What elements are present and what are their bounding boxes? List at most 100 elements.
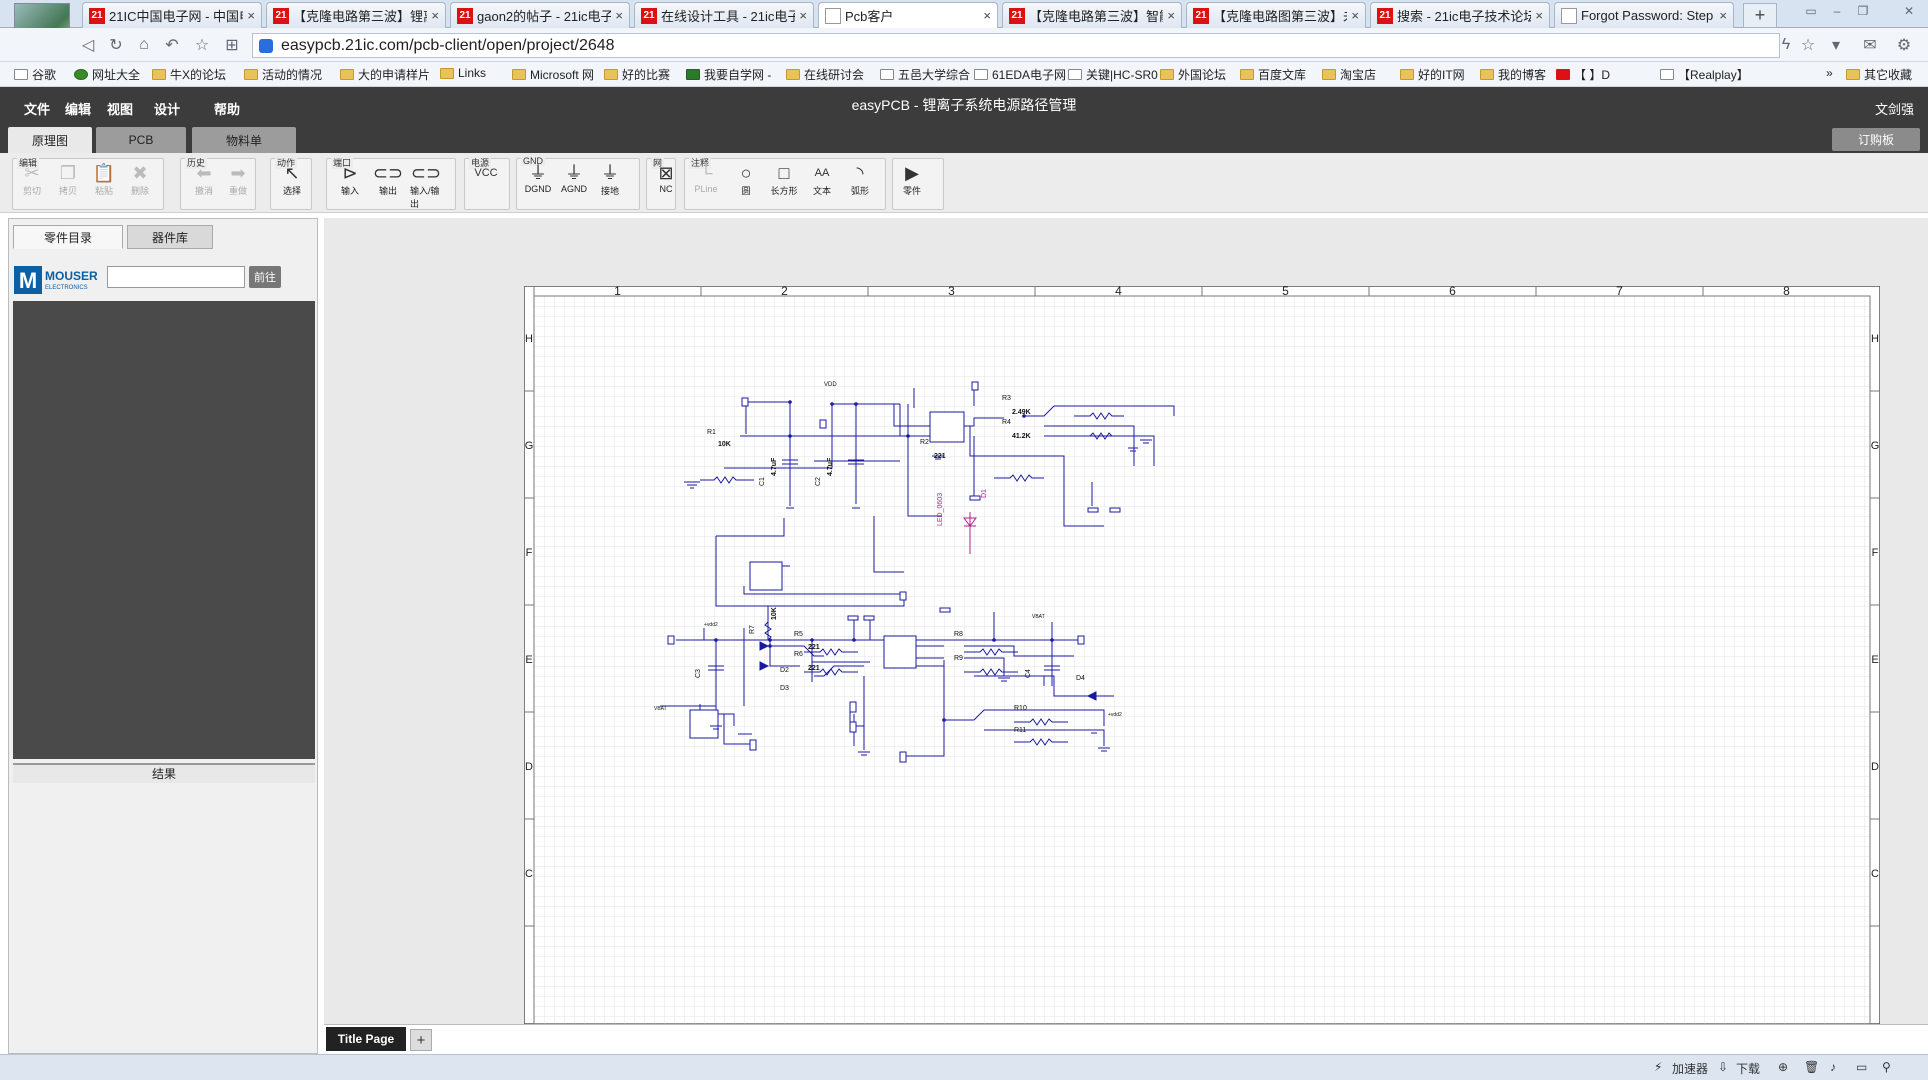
accelerator-icon[interactable]: ⚡ [1654,1060,1662,1074]
bookmark-item[interactable]: 网址大全 [74,66,140,83]
tool-button[interactable]: AA 文本 [806,162,838,202]
display-icon[interactable]: ▭ [1856,1060,1867,1074]
mail-icon[interactable]: ✉ [1860,35,1880,55]
download-icon[interactable]: ⇩ [1718,1060,1728,1074]
tab-schematic[interactable]: 原理图 [8,127,92,153]
browser-tab[interactable]: 21 【克隆电路第三波】智能 × [1002,2,1182,28]
bookmark-item[interactable]: 【 】D [1556,66,1610,83]
dropdown-icon[interactable]: ▾ [1826,35,1846,55]
url-field[interactable]: easypcb.21ic.com/pcb-client/open/project… [252,33,1780,58]
close-tab-icon[interactable]: × [1719,8,1727,23]
tab-pcb[interactable]: PCB [96,127,186,153]
undo-close-icon[interactable]: ↶ [162,35,182,55]
browser-tab[interactable]: 21 【克隆电路第三波】锂离 × [266,2,446,28]
close-tab-icon[interactable]: × [983,8,991,23]
tool-button[interactable]: VCC [470,162,502,202]
close-tab-icon[interactable]: × [1167,8,1175,23]
close-tab-icon[interactable]: × [431,8,439,23]
close-tab-icon[interactable]: × [1351,8,1359,23]
browser-tab[interactable]: Pcb客户 × [818,2,998,28]
home-icon[interactable]: ⌂ [134,35,154,55]
close-tab-icon[interactable]: × [615,8,623,23]
zoom-icon[interactable]: ⚲ [1882,1060,1891,1074]
bookmark-item[interactable]: 活动的情况 [244,66,322,83]
bookmark-item[interactable]: 在线研讨会 [786,66,864,83]
tab-device-library[interactable]: 器件库 [127,225,213,249]
ic-u2[interactable] [749,561,783,591]
tool-button[interactable]: ↖ 选择 [276,162,308,202]
bookmark-item[interactable]: 好的比赛 [604,66,670,83]
ic-u3[interactable] [883,635,917,669]
browser-tab[interactable]: 21 在线设计工具 - 21ic电子 × [634,2,814,28]
new-tab-button[interactable]: + [1743,3,1777,28]
bookmark-item[interactable]: 我的博客 [1480,66,1546,83]
maximize-icon[interactable]: ❐ [1852,2,1874,20]
bookmark-item[interactable]: Microsoft 网 [512,66,594,83]
tool-button[interactable]: ✖ 删除 [124,162,156,202]
bookmark-item[interactable]: 谷歌 [14,66,56,83]
add-page-button[interactable]: + [410,1029,432,1051]
lightning-icon[interactable]: ϟ [1776,35,1796,55]
bookmark-star-icon[interactable]: ☆ [1798,35,1818,55]
clear-icon[interactable]: 🗑 [1804,1060,1819,1074]
tool-button[interactable]: ❐ 拷贝 [52,162,84,202]
ic-u1[interactable] [929,411,965,443]
apps-grid-icon[interactable]: ⊞ [222,35,242,55]
tool-button[interactable]: 📋 粘贴 [88,162,120,202]
back-icon[interactable]: ◁ [78,35,98,55]
tool-button[interactable]: ⏚ 接地 [594,162,626,202]
bookmark-item[interactable]: 【Realplay】 [1660,66,1749,83]
tool-button[interactable]: ○ 圆 [730,162,762,202]
tool-button[interactable]: ⊂⊃ 输入/输出 [410,162,442,209]
page-tab-title-page[interactable]: Title Page [326,1027,406,1051]
order-board-button[interactable]: 订购板 [1832,128,1920,151]
tool-button[interactable]: ⬅ 撤消 [188,162,220,202]
tool-button[interactable]: ⏚ DGND [522,162,554,202]
bookmark-item[interactable]: Links [440,66,486,80]
user-name[interactable]: 文剑强 [1875,99,1914,118]
tool-button[interactable]: ⊂⊃ 输出 [372,162,404,202]
tool-button[interactable]: ✂ 剪切 [16,162,48,202]
bookmark-item[interactable]: 淘宝店 [1322,66,1376,83]
minimize-icon[interactable]: ▭ [1800,2,1822,20]
tool-button[interactable]: ◝ 弧形 [844,162,876,202]
close-tab-icon[interactable]: × [1535,8,1543,23]
go-button[interactable]: 前往 [249,266,281,288]
tool-button[interactable]: └ PLine [690,162,722,202]
tool-button[interactable]: □ 长方形 [768,162,800,202]
bookmark-item[interactable]: 百度文库 [1240,66,1306,83]
close-window-icon[interactable]: ✕ [1898,2,1920,20]
parts-list[interactable] [13,301,315,759]
tool-button[interactable]: ⏚ AGND [558,162,590,202]
bookmark-item[interactable]: 61EDA电子网 [974,66,1066,83]
browser-tab[interactable]: 21 【克隆电路图第三波】未 × [1186,2,1366,28]
minimize-icon-2[interactable]: – [1826,2,1848,20]
bookmark-item[interactable]: 五邑大学综合 [880,66,970,83]
browser-tab[interactable]: 21 搜索 - 21ic电子技术论坛 × [1370,2,1550,28]
schematic-sheet[interactable]: 12345678 H HG GF FE ED DC C LED_0603 D1 … [524,286,1880,1024]
browser-tab[interactable]: Forgot Password: Step × [1554,2,1734,28]
bookmark-item[interactable]: 牛X的论坛 [152,66,226,83]
sound-icon[interactable]: ♪ [1830,1060,1836,1074]
browser-tab[interactable]: 21 21IC中国电子网 - 中国电 × [82,2,262,28]
bookmark-item[interactable]: 我要自学网 - [686,66,771,83]
bookmark-item[interactable]: 大的申请样片 [340,66,430,83]
bookmark-item[interactable]: 外国论坛 [1160,66,1226,83]
ic-u4[interactable] [689,709,719,739]
bookmark-item[interactable]: 关键|HC-SR0 [1068,66,1158,83]
other-bookmarks[interactable]: 其它收藏 [1846,66,1912,83]
screenshot-icon[interactable]: ⊕ [1778,1060,1788,1074]
tool-button[interactable]: ▶ 零件 [896,162,928,202]
accelerator-label[interactable]: 加速器 [1672,1060,1708,1077]
tab-bom[interactable]: 物料单 [192,127,296,153]
browser-tab[interactable]: 21 gaon2的帖子 - 21ic电子 × [450,2,630,28]
favorites-icon[interactable]: ☆ [192,35,212,55]
tool-button[interactable]: ⊠ NC [650,162,682,202]
reload-icon[interactable]: ↻ [106,35,126,55]
bookmarks-more-button[interactable]: » [1826,66,1833,80]
download-label[interactable]: 下载 [1736,1060,1760,1077]
tab-parts-catalog[interactable]: 零件目录 [13,225,123,249]
part-search-input[interactable] [107,266,245,288]
tool-button[interactable]: ➡ 重做 [222,162,254,202]
tools-icon[interactable]: ⚙ [1894,35,1914,55]
